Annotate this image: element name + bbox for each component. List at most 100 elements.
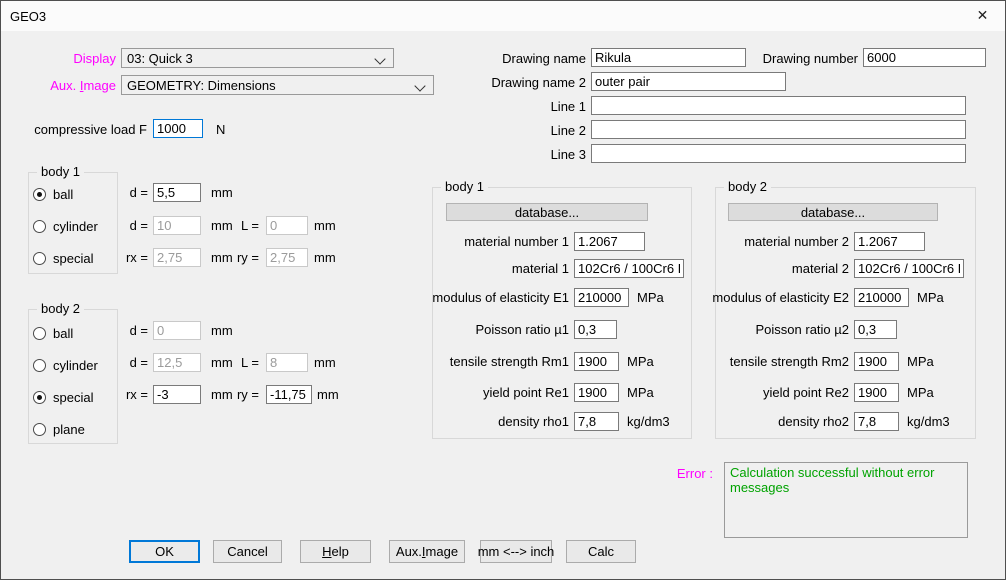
radio-special-label: special [53, 251, 93, 266]
aux-image-dropdown-value: GEOMETRY: Dimensions [127, 78, 276, 93]
modulus-e2-label: modulus of elasticity E2 [689, 290, 849, 305]
body2-rx-input[interactable] [153, 385, 201, 404]
material-row: density rho1 kg/dm3 [409, 412, 670, 431]
yield-re1-input[interactable] [574, 383, 619, 402]
poisson2-input[interactable] [854, 320, 897, 339]
body2-radio-plane[interactable]: plane [33, 422, 85, 436]
modulus-e1-label: modulus of elasticity E1 [409, 290, 569, 305]
body1-L-unit: mm [314, 218, 336, 234]
body1-radio-ball[interactable]: ball [33, 187, 73, 201]
radio-plane-icon[interactable] [33, 423, 46, 436]
aux-image-dropdown[interactable]: GEOMETRY: Dimensions [121, 75, 434, 95]
body1-database-button[interactable]: database... [446, 203, 648, 221]
title-bar[interactable]: GEO3 [1, 1, 1005, 31]
tensile-rm1-label: tensile strength Rm1 [409, 354, 569, 369]
drawing-name2-input[interactable] [591, 72, 786, 91]
line3-input[interactable] [591, 144, 966, 163]
modulus-e2-input[interactable] [854, 288, 909, 307]
yield-re1-unit: MPa [627, 385, 654, 400]
yield-re2-input[interactable] [854, 383, 899, 402]
material-number2-label: material number 2 [689, 234, 849, 249]
help-button[interactable]: Help [300, 540, 371, 563]
radio-special-icon[interactable] [33, 391, 46, 404]
radio-cylinder-label: cylinder [53, 219, 98, 234]
body1-d-ball-input[interactable] [153, 183, 201, 202]
modulus-e1-input[interactable] [574, 288, 629, 307]
ok-button[interactable]: OK [129, 540, 200, 563]
body2-geometry-title: body 2 [37, 301, 84, 317]
radio-special-icon[interactable] [33, 252, 46, 265]
density-rho2-input[interactable] [854, 412, 899, 431]
radio-special-label: special [53, 390, 93, 405]
geo3-dialog: GEO3 ✕ Display 03: Quick 3 Aux. Image GE… [0, 0, 1006, 580]
body2-ry-label: ry = [224, 387, 259, 403]
radio-ball-icon[interactable] [33, 327, 46, 340]
tensile-rm2-input[interactable] [854, 352, 899, 371]
material-row: Poisson ratio µ2 [689, 320, 905, 339]
radio-ball-icon[interactable] [33, 188, 46, 201]
body2-radio-cylinder[interactable]: cylinder [33, 358, 98, 372]
density-rho1-input[interactable] [574, 412, 619, 431]
line2-label: Line 2 [506, 123, 586, 139]
compressive-load-unit: N [216, 122, 225, 138]
mm-inch-button[interactable]: mm <--> inch [480, 540, 552, 563]
drawing-name-input[interactable] [591, 48, 746, 67]
body2-ry-input[interactable] [266, 385, 312, 404]
compressive-load-input[interactable] [153, 119, 203, 138]
radio-cylinder-icon[interactable] [33, 359, 46, 372]
tensile-rm2-label: tensile strength Rm2 [689, 354, 849, 369]
material2-input[interactable] [854, 259, 964, 278]
close-icon[interactable]: ✕ [960, 1, 1005, 30]
cancel-button[interactable]: Cancel [213, 540, 282, 563]
material1-label: material 1 [409, 261, 569, 276]
tensile-rm1-unit: MPa [627, 354, 654, 369]
yield-re2-label: yield point Re2 [689, 385, 849, 400]
material1-input[interactable] [574, 259, 684, 278]
body2-radio-special[interactable]: special [33, 390, 93, 404]
body1-radio-special[interactable]: special [33, 251, 93, 265]
radio-ball-label: ball [53, 187, 73, 202]
density-rho2-label: density rho2 [689, 414, 849, 429]
body2-database-button[interactable]: database... [728, 203, 938, 221]
poisson1-input[interactable] [574, 320, 617, 339]
body1-radio-cylinder[interactable]: cylinder [33, 219, 98, 233]
material-number1-input[interactable] [574, 232, 645, 251]
aux-image-button[interactable]: Aux. Image [389, 540, 465, 563]
drawing-number-input[interactable] [863, 48, 986, 67]
body1-rx-label: rx = [113, 250, 148, 266]
body2-rx-label: rx = [113, 387, 148, 403]
line1-input[interactable] [591, 96, 966, 115]
radio-cylinder-icon[interactable] [33, 220, 46, 233]
body1-L-input [266, 216, 308, 235]
radio-ball-label: ball [53, 326, 73, 341]
material-number2-input[interactable] [854, 232, 925, 251]
material-row: tensile strength Rm2 MPa [689, 352, 934, 371]
display-dropdown[interactable]: 03: Quick 3 [121, 48, 394, 68]
material-row: material 2 [689, 259, 972, 278]
body1-material-title: body 1 [441, 179, 488, 195]
density-rho1-unit: kg/dm3 [627, 414, 670, 429]
modulus-e2-unit: MPa [917, 290, 944, 305]
line2-input[interactable] [591, 120, 966, 139]
body1-ry-input [266, 248, 308, 267]
line1-label: Line 1 [506, 99, 586, 115]
tensile-rm2-unit: MPa [907, 354, 934, 369]
radio-cylinder-label: cylinder [53, 358, 98, 373]
body2-ry-unit: mm [317, 387, 339, 403]
drawing-name2-label: Drawing name 2 [476, 75, 586, 91]
body1-d-ball-unit: mm [211, 185, 233, 201]
material-row: yield point Re2 MPa [689, 383, 934, 402]
body1-rx-input [153, 248, 201, 267]
body1-d-cyl-label: d = [118, 218, 148, 234]
body2-d-cyl-input [153, 353, 201, 372]
material-row: modulus of elasticity E1 MPa [409, 288, 664, 307]
material-row: Poisson ratio µ1 [409, 320, 625, 339]
tensile-rm1-input[interactable] [574, 352, 619, 371]
material-row: density rho2 kg/dm3 [689, 412, 950, 431]
material-row: tensile strength Rm1 MPa [409, 352, 654, 371]
body2-d-cyl-label: d = [118, 355, 148, 371]
error-message-box: Calculation successful without error mes… [724, 462, 968, 538]
calc-button[interactable]: Calc [566, 540, 636, 563]
body2-radio-ball[interactable]: ball [33, 326, 73, 340]
body2-d-ball-unit: mm [211, 323, 233, 339]
